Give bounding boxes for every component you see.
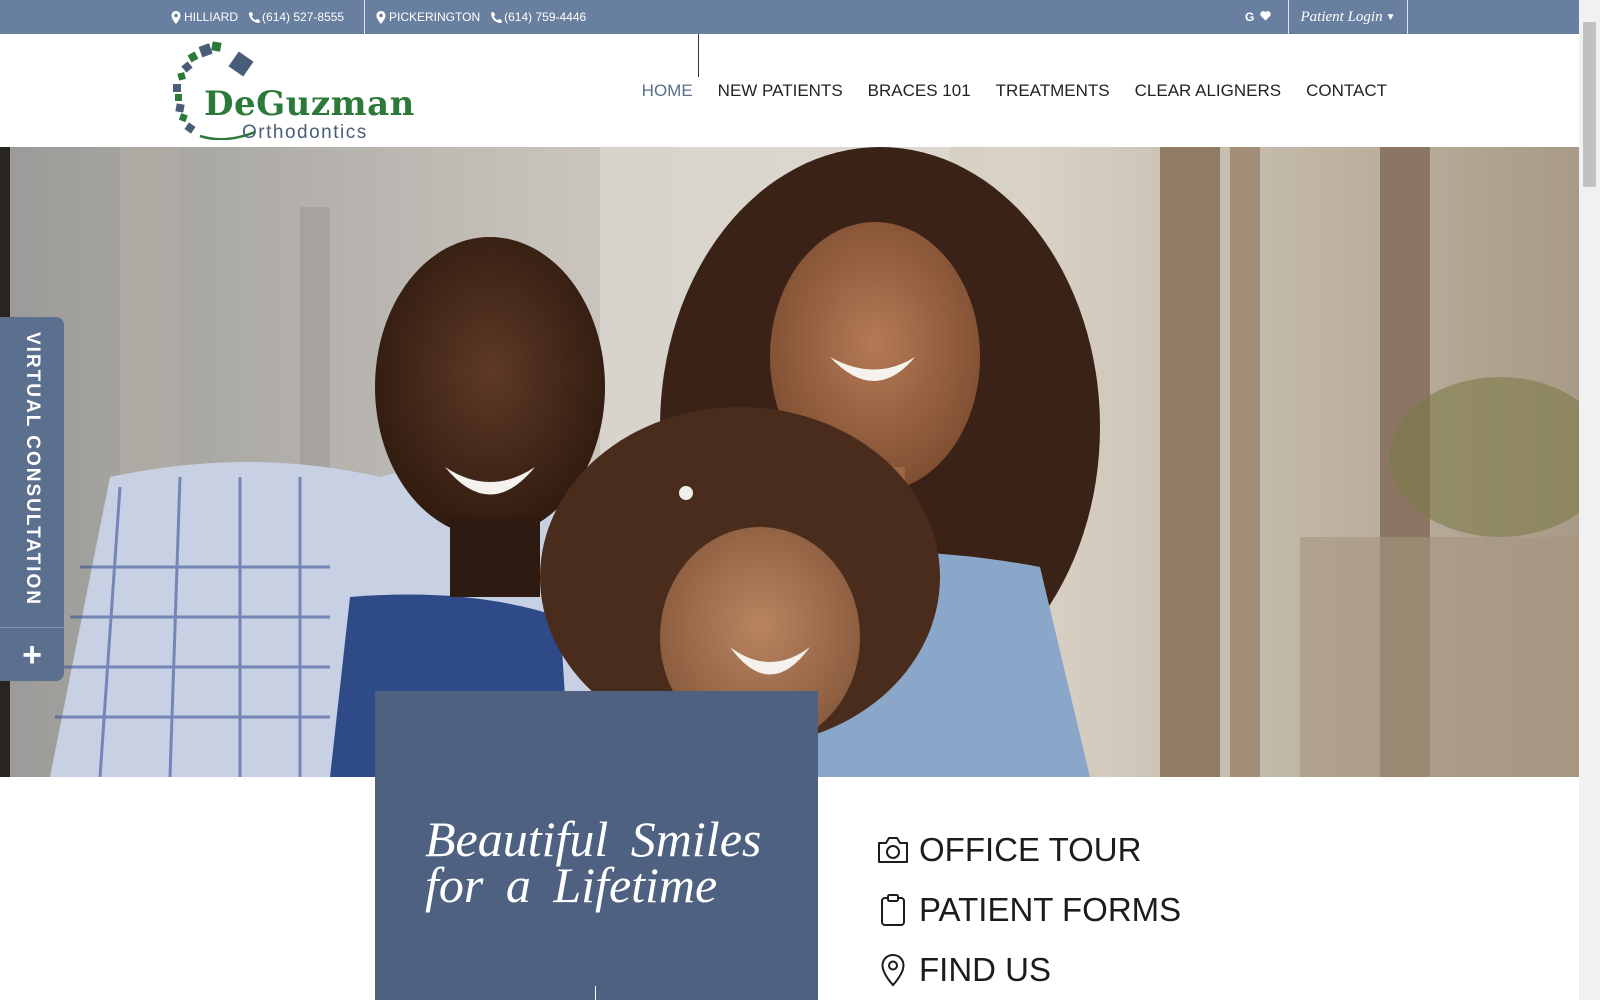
nav-contact[interactable]: CONTACT — [1306, 81, 1387, 101]
patient-login-button[interactable]: Patient Login ▼ — [1288, 0, 1408, 34]
scrollbar-thumb[interactable] — [1583, 22, 1596, 187]
scroll-indicator — [595, 986, 596, 1000]
heart-icon[interactable] — [1260, 10, 1272, 24]
map-pin-icon — [375, 10, 387, 24]
tagline: Beautiful Smiles for a Lifetime — [425, 811, 762, 913]
camera-icon — [875, 832, 911, 868]
office-tour-link[interactable]: OFFICE TOUR — [875, 820, 1181, 880]
logo-subtitle: Orthodontics — [242, 122, 368, 143]
map-pin-icon — [170, 10, 182, 24]
clipboard-icon — [875, 892, 911, 928]
virtual-consultation-label: VIRTUAL CONSULTATION — [22, 332, 43, 606]
find-us-label: FIND US — [919, 951, 1051, 988]
hero-image — [0, 147, 1579, 777]
nav-new-patients[interactable]: NEW PATIENTS — [718, 81, 843, 101]
chevron-down-icon: ▼ — [1385, 11, 1396, 23]
scrollbar[interactable] — [1579, 0, 1600, 1000]
phone-number[interactable]: (614) 759-4446 — [504, 10, 586, 24]
phone-icon — [248, 10, 260, 24]
phone-number[interactable]: (614) 527-8555 — [262, 10, 344, 24]
patient-forms-label: PATIENT FORMS — [919, 891, 1182, 928]
top-bar: HILLIARD (614) 527-8555 PICKERINGTON (61… — [0, 0, 1579, 34]
find-us-link[interactable]: FIND US — [875, 940, 1181, 1000]
nav-clear-aligners[interactable]: CLEAR ALIGNERS — [1135, 81, 1281, 101]
divider — [0, 627, 64, 628]
location-name: PICKERINGTON — [389, 10, 481, 24]
tagline-panel: Beautiful Smiles for a Lifetime — [375, 691, 818, 1000]
map-pin-icon — [875, 952, 911, 988]
social-links: G — [1245, 0, 1272, 34]
tagline-line-1: Beautiful Smiles — [425, 811, 762, 867]
virtual-consultation-tab[interactable]: VIRTUAL CONSULTATION + — [0, 317, 64, 681]
tagline-line-2: for a Lifetime — [425, 857, 718, 913]
site-header: DeGuzman Orthodontics HOME NEW PATIENTS … — [0, 34, 1579, 147]
patient-forms-link[interactable]: PATIENT FORMS — [875, 880, 1181, 940]
patient-login-label: Patient Login — [1300, 8, 1383, 25]
quick-links: OFFICE TOUR PATIENT FORMS FIND US — [875, 820, 1181, 1000]
plus-icon[interactable]: + — [0, 631, 64, 679]
divider — [364, 0, 365, 34]
google-review-link[interactable]: G — [1245, 10, 1254, 24]
nav-home[interactable]: HOME — [642, 81, 693, 101]
nav-treatments[interactable]: TREATMENTS — [996, 81, 1110, 101]
logo-wordmark: DeGuzman — [204, 84, 415, 124]
location-hilliard[interactable]: HILLIARD (614) 527-8555 — [170, 0, 344, 34]
family-photo — [0, 147, 1579, 777]
main-nav: HOME NEW PATIENTS BRACES 101 TREATMENTS … — [642, 34, 1387, 147]
office-tour-label: OFFICE TOUR — [919, 831, 1142, 868]
nav-braces-101[interactable]: BRACES 101 — [868, 81, 971, 101]
phone-icon — [490, 10, 502, 24]
location-name: HILLIARD — [184, 10, 239, 24]
location-pickerington[interactable]: PICKERINGTON (614) 759-4446 — [375, 0, 586, 34]
